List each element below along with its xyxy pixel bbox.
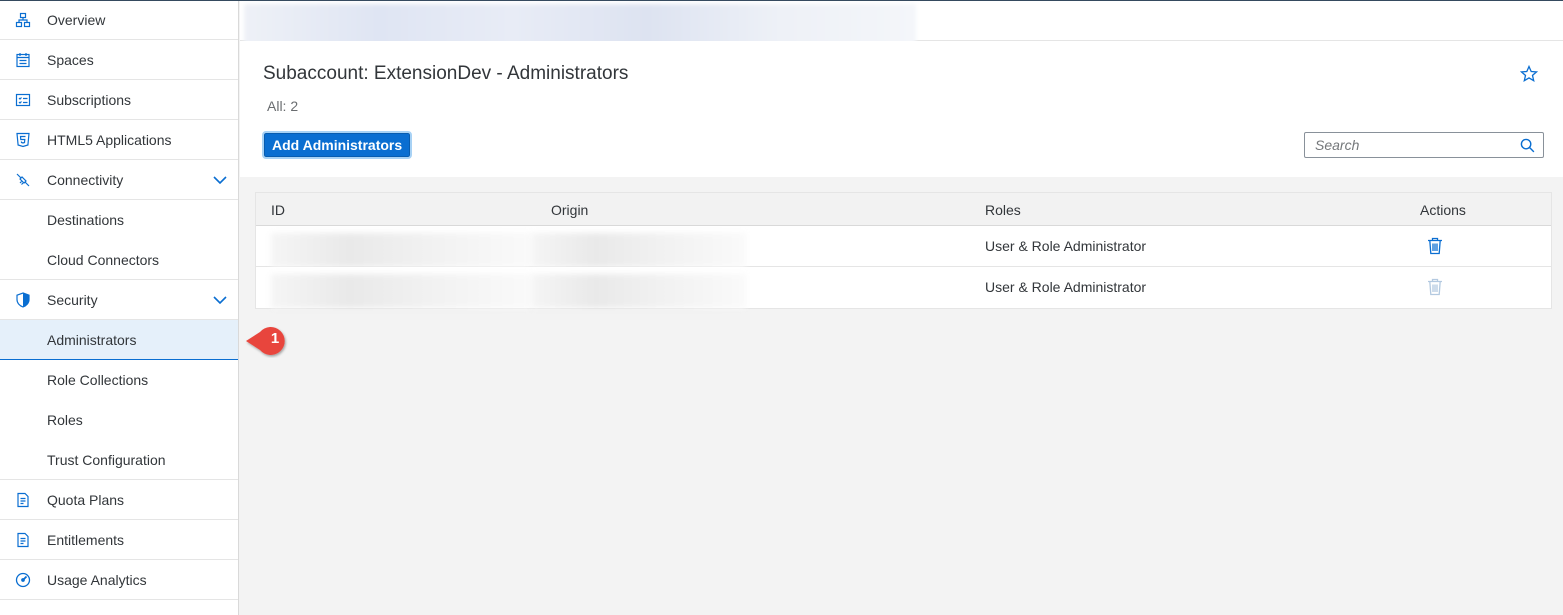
sidebar-item-spaces[interactable]: Spaces (0, 40, 238, 80)
sidebar-item-roles[interactable]: Roles (0, 400, 238, 440)
column-header-actions: Actions (1420, 202, 1466, 218)
trash-icon[interactable] (1427, 237, 1443, 255)
sidebar-item-trust-configuration[interactable]: Trust Configuration (0, 440, 238, 480)
redacted-breadcrumb (244, 4, 916, 46)
sidebar-item-connectivity[interactable]: Connectivity (0, 160, 238, 200)
callout-number: 1 (270, 330, 280, 347)
sidebar-item-quota-plans[interactable]: Quota Plans (0, 480, 238, 520)
sidebar-item-label: Usage Analytics (47, 571, 147, 588)
redacted-id (271, 233, 531, 267)
calendar-icon (15, 52, 31, 68)
sidebar-item-security[interactable]: Security (0, 280, 238, 320)
sidebar-item-label: Destinations (47, 212, 125, 228)
document-icon (15, 532, 31, 548)
redacted-origin (531, 274, 746, 308)
sidebar-item-administrators[interactable]: Administrators (0, 320, 238, 360)
breadcrumb (240, 1, 1563, 46)
html5-icon (15, 132, 31, 148)
sidebar-item-entitlements[interactable]: Entitlements (0, 520, 238, 560)
redacted-id (271, 274, 531, 308)
sidebar-item-label: HTML5 Applications (47, 131, 172, 148)
checklist-icon (15, 92, 31, 108)
sidebar-item-label: Security (47, 291, 98, 308)
chevron-down-icon[interactable] (212, 292, 228, 308)
sidebar-item-label: Spaces (47, 51, 94, 68)
search-input[interactable] (1305, 133, 1515, 157)
shield-icon (15, 292, 31, 308)
gauge-icon (15, 572, 31, 588)
redacted-origin (531, 233, 746, 267)
column-header-id[interactable]: ID (271, 202, 285, 218)
top-border (0, 0, 1563, 1)
sidebar-item-label: Subscriptions (47, 91, 132, 108)
connectivity-icon (15, 172, 31, 188)
add-administrators-button[interactable]: Add Administrators (261, 131, 413, 159)
sidebar-item-subscriptions[interactable]: Subscriptions (0, 80, 238, 120)
sidebar-item-label: Cloud Connectors (47, 251, 160, 268)
main-content: Subaccount: ExtensionDev - Administrator… (240, 0, 1563, 615)
sidebar-item-label: Quota Plans (47, 491, 125, 508)
search-icon[interactable] (1520, 138, 1535, 153)
table-row[interactable]: User & Role Administrator (256, 226, 1551, 267)
sidebar-item-label: Trust Configuration (47, 451, 166, 468)
administrators-table: ID Origin Roles Actions User & Role Admi… (255, 192, 1552, 309)
roles-cell: User & Role Administrator (985, 279, 1147, 295)
sidebar-item-label: Connectivity (47, 171, 124, 188)
sidebar-item-label: Administrators (47, 331, 137, 348)
table-header: ID Origin Roles Actions (256, 193, 1551, 226)
sidebar-item-usage-analytics[interactable]: Usage Analytics (0, 560, 238, 600)
trash-icon (1427, 278, 1443, 296)
sidebar-item-label: Roles (47, 412, 83, 428)
search-field[interactable] (1304, 132, 1544, 158)
sidebar-item-html5-applications[interactable]: HTML5 Applications (0, 120, 238, 160)
column-header-origin[interactable]: Origin (551, 202, 588, 218)
column-header-roles[interactable]: Roles (985, 202, 1021, 218)
page-header: Subaccount: ExtensionDev - Administrator… (240, 41, 1563, 177)
sidebar-item-label: Overview (47, 11, 106, 28)
star-icon[interactable] (1519, 64, 1539, 83)
roles-cell: User & Role Administrator (985, 238, 1147, 254)
sidebar-item-overview[interactable]: Overview (0, 0, 238, 40)
sidebar-item-destinations[interactable]: Destinations (0, 200, 238, 240)
chevron-down-icon[interactable] (212, 172, 228, 188)
sidebar-item-cloud-connectors[interactable]: Cloud Connectors (0, 240, 238, 280)
item-count: All: 2 (267, 98, 299, 114)
sidebar-item-label: Entitlements (47, 531, 125, 548)
hierarchy-icon (15, 12, 31, 28)
sidebar-item-label: Role Collections (47, 372, 149, 388)
sidebar: Overview Spaces Subscriptions HTML5 Appl… (0, 0, 239, 615)
sidebar-item-role-collections[interactable]: Role Collections (0, 360, 238, 400)
document-icon (15, 492, 31, 508)
table-row[interactable]: User & Role Administrator (256, 267, 1551, 308)
page-title: Subaccount: ExtensionDev - Administrator… (263, 63, 629, 84)
